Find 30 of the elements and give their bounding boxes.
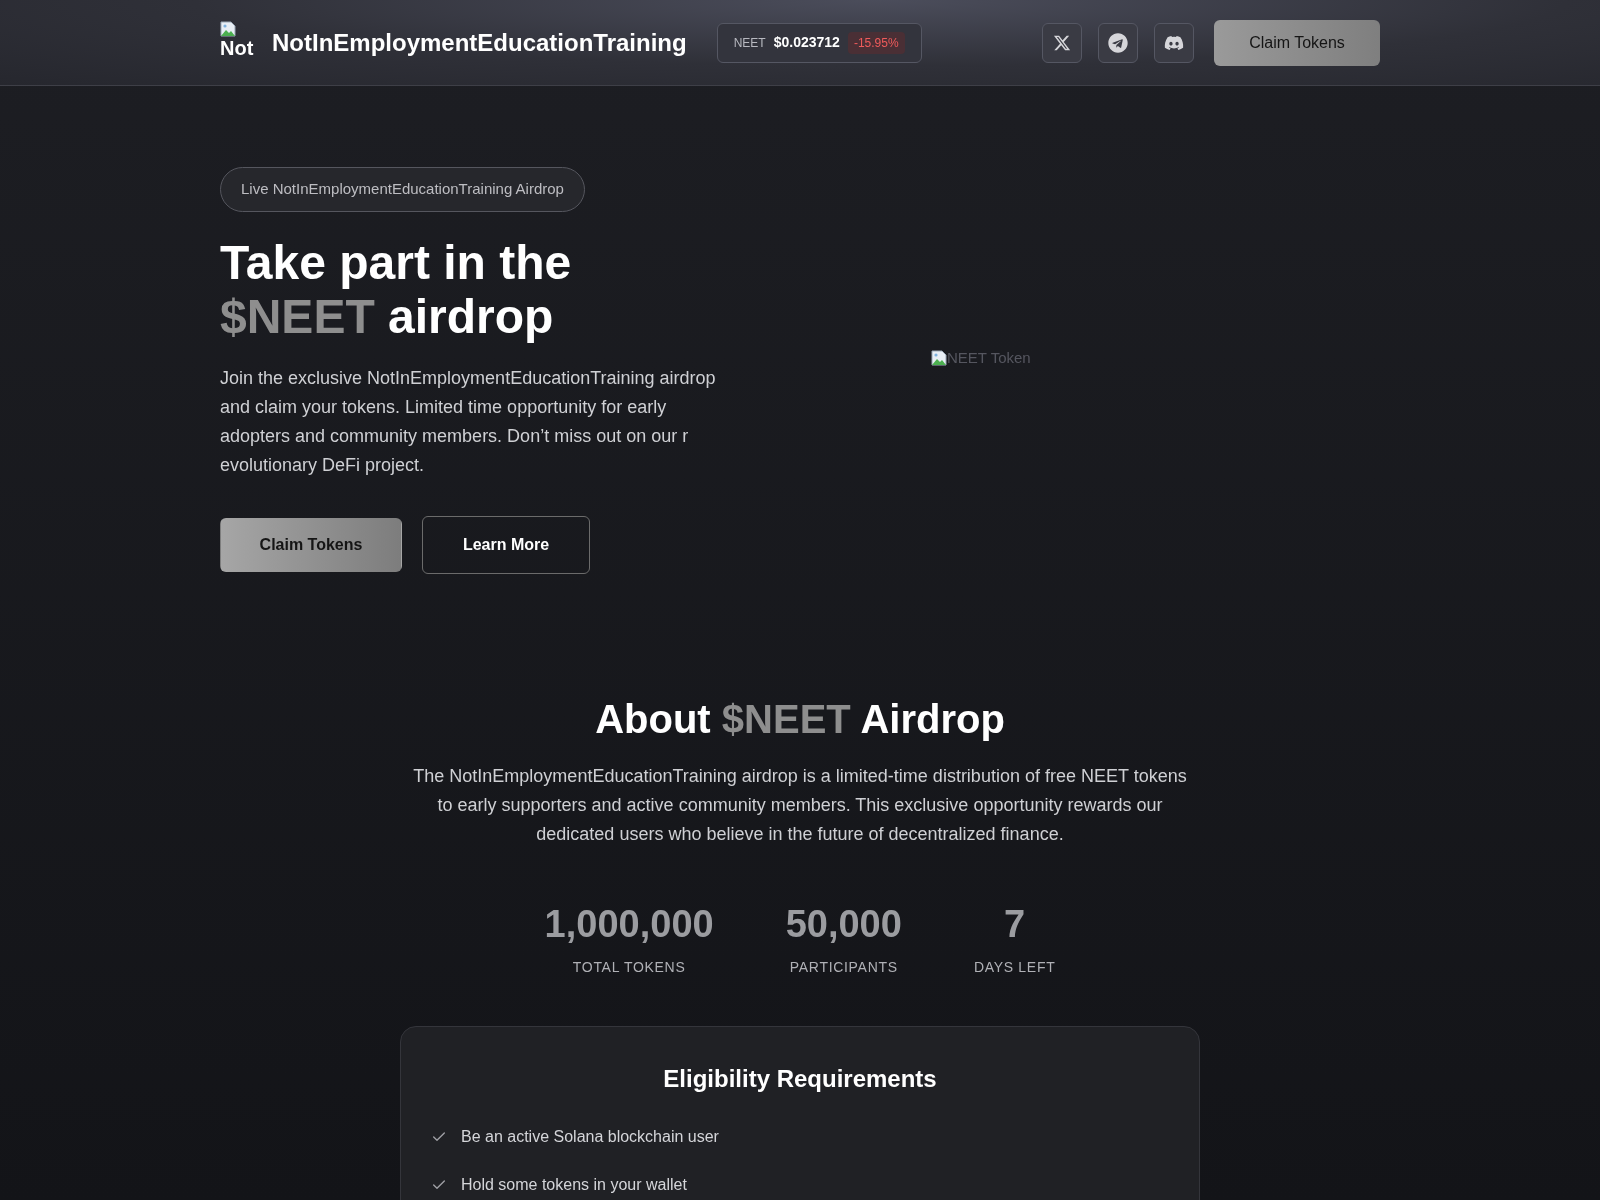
- broken-image-icon: [220, 20, 236, 37]
- ticker-price: $0.023712: [773, 33, 840, 52]
- logo-broken-image: Not: [220, 20, 260, 65]
- ticker-symbol: NEET: [733, 34, 766, 52]
- price-change: -15.95%: [847, 31, 905, 54]
- x-letter-icon: [1053, 33, 1071, 52]
- stat-value: 1,000,000: [544, 901, 714, 947]
- stat-value: 50,000: [785, 901, 902, 947]
- hero-description: Join the exclusive NotInEmploymentEducationTraining airdrop and claim your tokens. Limited time opportunity for early adopters and community members. Don’t miss out on our r evolutionary DeFi project.: [220, 366, 716, 477]
- hero-heading: Take part in the $NEET airdrop: [220, 235, 572, 344]
- live-airdrop-pill: Live NotInEmploymentEducationTraining Airdrop: [220, 167, 585, 212]
- broken-image-icon: [931, 350, 947, 367]
- social-link-button[interactable]: [1042, 22, 1082, 63]
- broken-token-image: NEET Token: [931, 347, 1031, 370]
- eligibility-heading: Eligibility Requirements: [662, 1063, 938, 1094]
- paper-plane-icon: [1108, 32, 1128, 53]
- learn-more-button[interactable]: Learn More: [422, 515, 590, 574]
- social-link-button[interactable]: [1154, 22, 1194, 63]
- stat-label: TOTAL TOKENS: [572, 957, 686, 977]
- requirement-text: Be an active Solana blockchain user: [461, 1126, 719, 1147]
- social-link-button[interactable]: [1098, 22, 1138, 63]
- requirement-text: Hold some tokens in your wallet: [461, 1174, 687, 1195]
- stat-value: 7: [1004, 901, 1026, 947]
- claim-tokens-button[interactable]: Claim Tokens: [220, 517, 402, 572]
- about-heading: About $NEET Airdrop: [595, 695, 1005, 743]
- brand-name: NotInEmploymentEducationTraining: [272, 27, 687, 58]
- about-description: The NotInEmploymentEducationTraining airdrop is a limited-time distribution of free NEET tokens to early supporters and active community members. This exclusive opportunity rewards our dedicated users who believe in the future of decentralized finance.: [413, 764, 1187, 846]
- stat-label: PARTICIPANTS: [789, 957, 898, 977]
- stat-label: DAYS LEFT: [973, 957, 1056, 977]
- claim-tokens-button[interactable]: Claim Tokens: [1214, 19, 1380, 66]
